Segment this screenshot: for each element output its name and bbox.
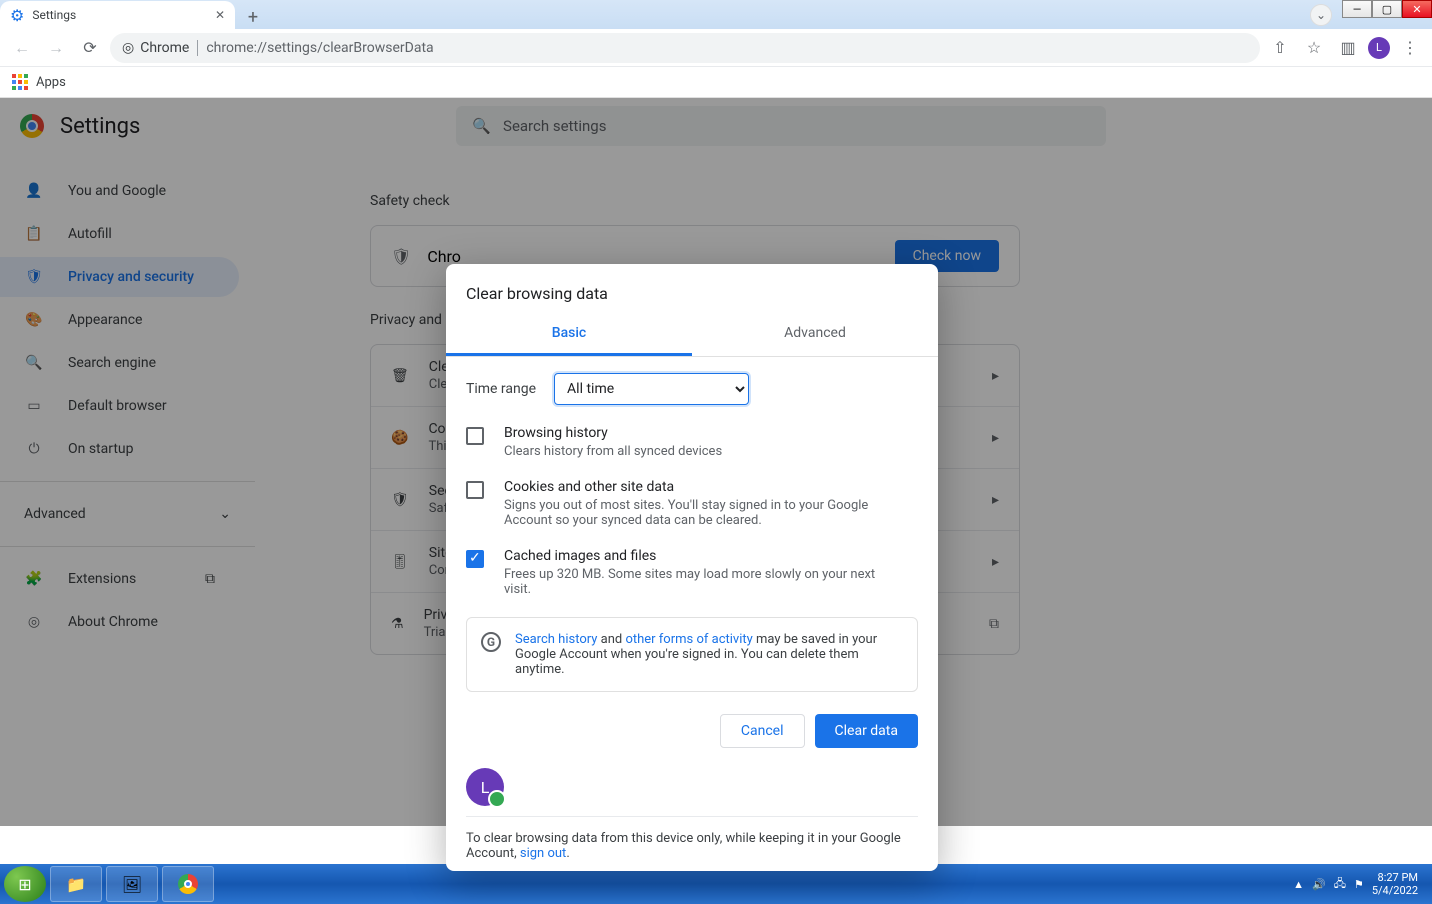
forward-button[interactable]: → — [42, 34, 70, 62]
flag-icon[interactable]: ⚑ — [1354, 878, 1364, 891]
system-tray: ▲ 🔊 🖧 ⚑ 8:27 PM 5/4/2022 — [1293, 871, 1428, 897]
clear-browsing-data-dialog: Clear browsing data Basic Advanced Time … — [446, 264, 938, 871]
url-text: chrome://settings/clearBrowserData — [206, 40, 433, 56]
search-history-link[interactable]: Search history — [515, 632, 597, 647]
gear-icon: ⚙ — [10, 6, 24, 25]
profile-avatar[interactable]: L — [1368, 37, 1390, 59]
minimize-button[interactable]: — — [1342, 0, 1372, 18]
sign-out-link[interactable]: sign out — [520, 846, 566, 861]
browser-toolbar: ← → ⟳ ◎ Chrome chrome://settings/clearBr… — [0, 29, 1432, 67]
taskbar-app[interactable]: 🖼 — [106, 866, 158, 902]
time-range-select[interactable]: All time — [554, 373, 749, 405]
close-window-button[interactable]: ✕ — [1402, 0, 1432, 18]
info-box: G Search history and other forms of acti… — [466, 617, 918, 692]
clock[interactable]: 8:27 PM 5/4/2022 — [1372, 871, 1418, 897]
time-range-label: Time range — [466, 381, 536, 397]
time-range-row: Time range All time — [446, 357, 938, 415]
tray-up-icon[interactable]: ▲ — [1293, 878, 1304, 891]
bookmarks-bar: Apps — [0, 67, 1432, 98]
apps-icon[interactable] — [12, 74, 28, 90]
volume-icon[interactable]: 🔊 — [1312, 878, 1326, 891]
back-button[interactable]: ← — [8, 34, 36, 62]
tab-search-button[interactable]: ⌄ — [1310, 4, 1332, 26]
checkbox[interactable] — [466, 427, 484, 445]
settings-page: Settings 🔍 Search settings 👤You and Goog… — [0, 98, 1432, 826]
close-tab-icon[interactable]: ✕ — [215, 8, 225, 22]
option-browsing-history[interactable]: Browsing historyClears history from all … — [446, 415, 938, 469]
google-icon: G — [481, 632, 501, 652]
start-button[interactable]: ⊞ — [4, 866, 46, 902]
dialog-actions: Cancel Clear data — [446, 702, 938, 760]
taskbar-chrome[interactable] — [162, 866, 214, 902]
share-icon[interactable]: ⇧ — [1266, 34, 1294, 62]
address-bar[interactable]: ◎ Chrome chrome://settings/clearBrowserD… — [110, 33, 1260, 63]
tab-title: Settings — [32, 8, 207, 22]
taskbar-explorer[interactable]: 📁 — [50, 866, 102, 902]
option-cookies[interactable]: Cookies and other site dataSigns you out… — [446, 469, 938, 538]
checkbox[interactable] — [466, 481, 484, 499]
checkbox-checked[interactable] — [466, 550, 484, 568]
network-icon[interactable]: 🖧 — [1334, 875, 1346, 894]
tab-advanced[interactable]: Advanced — [692, 313, 938, 356]
option-cached[interactable]: Cached images and filesFrees up 320 MB. … — [446, 538, 938, 607]
new-tab-button[interactable]: + — [239, 5, 267, 29]
menu-icon[interactable]: ⋮ — [1396, 34, 1424, 62]
side-panel-icon[interactable]: ▥ — [1334, 34, 1362, 62]
tab-basic[interactable]: Basic — [446, 313, 692, 356]
cancel-button[interactable]: Cancel — [720, 714, 805, 748]
bookmark-icon[interactable]: ☆ — [1300, 34, 1328, 62]
url-prefix: Chrome — [140, 40, 189, 56]
tab-strip: ⚙ Settings ✕ + ⌄ — ▢ ✕ — [0, 0, 1432, 29]
info-text: Search history and other forms of activi… — [515, 632, 903, 677]
apps-label[interactable]: Apps — [36, 75, 66, 90]
window-controls: — ▢ ✕ — [1342, 0, 1432, 18]
chrome-icon: ◎ — [122, 40, 134, 56]
browser-tab[interactable]: ⚙ Settings ✕ — [0, 1, 235, 29]
separator — [197, 40, 198, 56]
clear-data-button[interactable]: Clear data — [815, 714, 918, 748]
dialog-title: Clear browsing data — [446, 264, 938, 313]
dialog-tabs: Basic Advanced — [446, 313, 938, 357]
reload-button[interactable]: ⟳ — [76, 34, 104, 62]
user-avatar: L — [466, 768, 504, 806]
maximize-button[interactable]: ▢ — [1372, 0, 1402, 18]
dialog-footer: To clear browsing data from this device … — [466, 816, 918, 861]
other-activity-link[interactable]: other forms of activity — [625, 632, 752, 647]
